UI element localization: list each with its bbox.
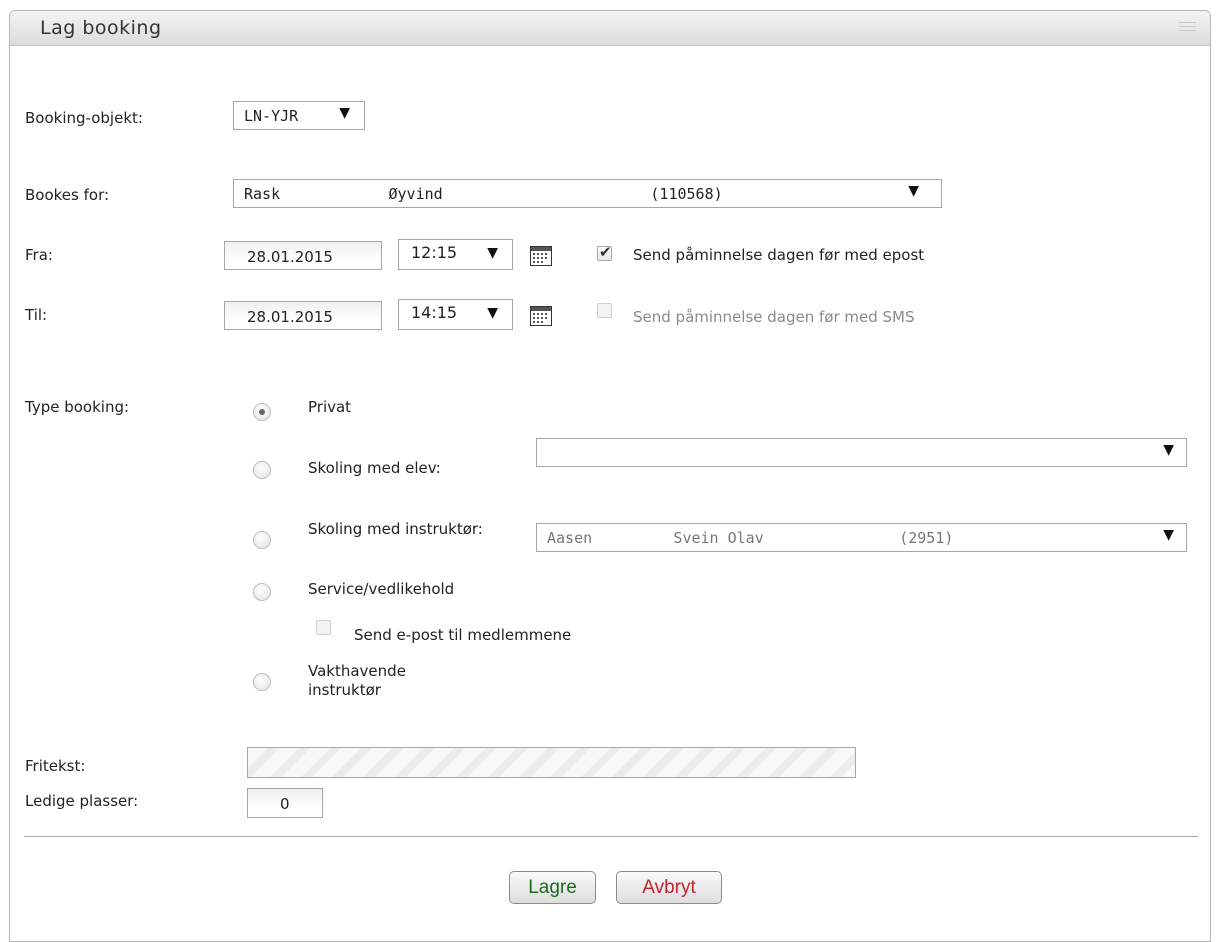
dropdown-arrow-icon: ▼: [1163, 442, 1174, 458]
to-label: Til:: [25, 306, 48, 324]
divider: [24, 836, 1198, 837]
free-seats-input[interactable]: 0: [247, 788, 323, 818]
from-time-value: 12:15: [411, 243, 458, 262]
booking-object-select[interactable]: LN-YJR ▼: [233, 101, 365, 130]
type-booking-label: Type booking:: [25, 398, 130, 416]
to-time-value: 14:15: [411, 303, 458, 322]
reminder-sms-label: Send påminnelse dagen før med SMS: [633, 308, 915, 326]
check-icon: ✔: [599, 243, 612, 261]
from-date-value: 28.01.2015: [247, 248, 333, 266]
to-time-select[interactable]: 14:15 ▼: [398, 299, 513, 330]
reminder-email-label: Send påminnelse dagen før med epost: [633, 246, 925, 264]
instructor-select[interactable]: Aasen Svein Olav (2951) ▼: [536, 523, 1187, 552]
reminder-sms-checkbox[interactable]: [597, 303, 612, 318]
radio-skoling-instruktor-label: Skoling med instruktør:: [308, 520, 483, 538]
booking-object-label: Booking-objekt:: [25, 109, 143, 127]
booking-panel: Lag booking: [9, 10, 1211, 942]
to-date-input[interactable]: 28.01.2015: [224, 301, 382, 330]
calendar-icon[interactable]: [530, 306, 552, 326]
radio-vakthavende[interactable]: [253, 673, 271, 691]
from-label: Fra:: [25, 246, 53, 264]
student-select[interactable]: ▼: [536, 438, 1187, 467]
from-date-input[interactable]: 28.01.2015: [224, 241, 382, 270]
booking-object-value: LN-YJR: [244, 107, 299, 125]
radio-skoling-instruktor[interactable]: [253, 531, 271, 549]
to-date-value: 28.01.2015: [247, 308, 333, 326]
from-time-select[interactable]: 12:15 ▼: [398, 239, 513, 270]
booked-for-value: Rask Øyvind (110568): [244, 185, 723, 203]
radio-privat[interactable]: [253, 403, 271, 421]
panel-header: Lag booking: [10, 11, 1210, 46]
free-text-label: Fritekst:: [25, 757, 86, 775]
dropdown-arrow-icon: ▼: [908, 183, 919, 199]
free-seats-value: 0: [280, 795, 290, 813]
save-button[interactable]: Lagre: [509, 871, 596, 904]
grip-icon[interactable]: [1179, 22, 1196, 35]
radio-skoling-elev-label: Skoling med elev:: [308, 459, 441, 477]
booked-for-label: Bookes for:: [25, 186, 110, 204]
radio-vakthavende-label: Vakthavende instruktør: [308, 662, 406, 699]
radio-privat-label: Privat: [308, 398, 352, 416]
radio-service[interactable]: [253, 583, 271, 601]
radio-service-label: Service/vedlikehold: [308, 580, 455, 598]
instructor-select-value: Aasen Svein Olav (2951): [547, 529, 954, 547]
booked-for-select[interactable]: Rask Øyvind (110568) ▼: [233, 179, 942, 208]
dropdown-arrow-icon: ▼: [487, 305, 498, 321]
radio-skoling-elev[interactable]: [253, 461, 271, 479]
free-text-input[interactable]: [247, 747, 856, 778]
dropdown-arrow-icon: ▼: [339, 105, 350, 121]
radio-selected-dot: [259, 409, 265, 415]
dropdown-arrow-icon: ▼: [487, 245, 498, 261]
dropdown-arrow-icon: ▼: [1163, 527, 1174, 543]
send-email-members-checkbox[interactable]: [316, 620, 331, 635]
send-email-members-label: Send e-post til medlemmene: [354, 626, 572, 644]
panel-title: Lag booking: [40, 17, 162, 39]
cancel-button[interactable]: Avbryt: [616, 871, 722, 904]
calendar-icon[interactable]: [530, 246, 552, 266]
free-seats-label: Ledige plasser:: [25, 792, 139, 810]
reminder-email-checkbox[interactable]: ✔: [597, 243, 612, 261]
